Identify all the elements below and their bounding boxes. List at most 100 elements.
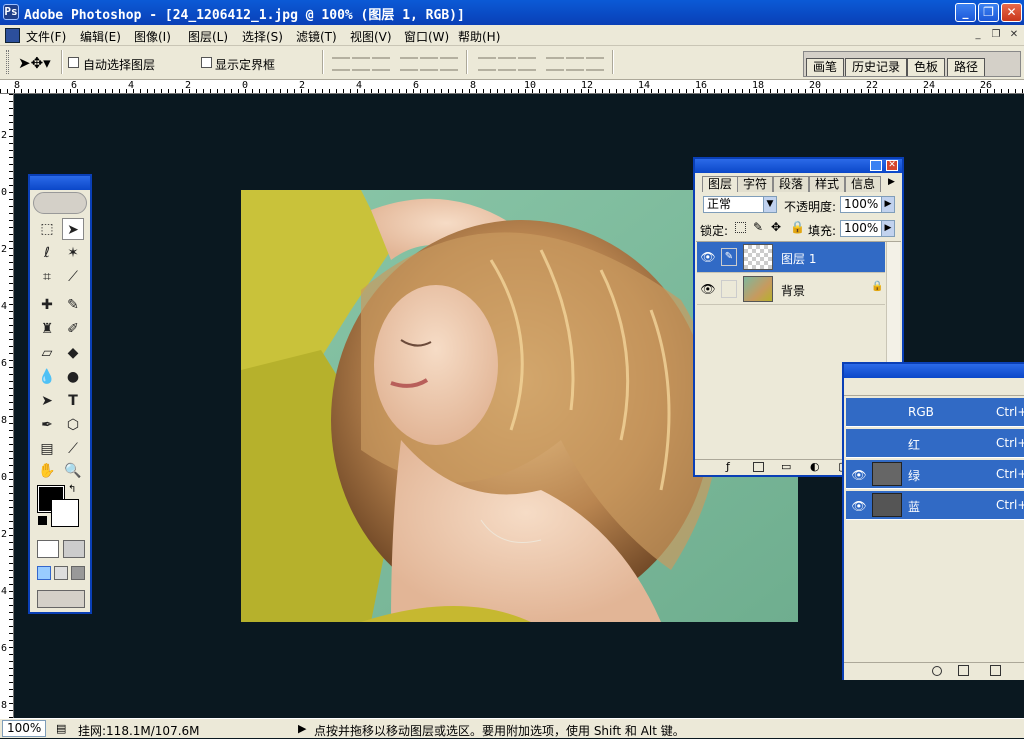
align-vcenter-icon[interactable] xyxy=(352,57,370,71)
lock-image-icon[interactable]: ✎ xyxy=(753,220,763,234)
zoom-field[interactable]: 100% xyxy=(2,720,46,737)
distribute-top-icon[interactable] xyxy=(478,57,496,71)
blend-mode-dropdown-icon[interactable]: ▼ xyxy=(763,196,777,213)
panel-menu-arrow-icon[interactable]: ▶ xyxy=(888,177,895,187)
zoom-tool-icon[interactable]: 🔍 xyxy=(62,460,84,482)
show-bounds-checkbox[interactable] xyxy=(201,57,212,68)
minimize-button[interactable]: _ xyxy=(955,3,976,22)
pen-tool-icon[interactable]: ✒ xyxy=(36,414,58,436)
default-colors-icon[interactable] xyxy=(38,516,47,525)
brush-tool-icon[interactable]: ✎ xyxy=(62,294,84,316)
quick-mask-mode-icon[interactable] xyxy=(63,540,85,558)
panel-minimize-button[interactable] xyxy=(870,160,882,171)
menu-image[interactable]: 图像(I) xyxy=(134,28,171,45)
channel-row[interactable]: RGB Ctrl+~ xyxy=(846,398,1024,427)
fill-input[interactable]: 100% xyxy=(840,220,882,237)
standard-screen-mode-icon[interactable] xyxy=(37,566,51,580)
load-channel-selection-icon[interactable] xyxy=(932,666,942,676)
doc-minimize-button[interactable]: _ xyxy=(970,28,986,42)
new-set-icon[interactable]: ▭ xyxy=(781,460,791,473)
channels-panel-titlebar[interactable] xyxy=(844,364,1024,378)
jump-to-imageready-icon[interactable] xyxy=(37,590,85,608)
toolbox-titlebar[interactable] xyxy=(30,176,90,190)
menu-select[interactable]: 选择(S) xyxy=(242,28,283,45)
channel-row[interactable]: 👁 绿 Ctrl+2 xyxy=(846,460,1024,489)
menu-edit[interactable]: 编辑(E) xyxy=(80,28,121,45)
tab-character[interactable]: 字符 xyxy=(737,176,774,192)
document-icon[interactable] xyxy=(5,28,20,43)
blend-mode-select[interactable]: 正常 xyxy=(703,196,771,213)
maximize-button[interactable]: ❐ xyxy=(978,3,999,22)
move-tool-preset-icon[interactable]: ➤✥▾ xyxy=(18,54,52,72)
distribute-hcenter-icon[interactable] xyxy=(566,57,584,71)
distribute-vcenter-icon[interactable] xyxy=(498,57,516,71)
move-tool-icon[interactable]: ➤ xyxy=(62,218,84,240)
doc-close-button[interactable]: ✕ xyxy=(1006,28,1022,42)
layer-name[interactable]: 背景 xyxy=(781,282,805,299)
eraser-tool-icon[interactable]: ▱ xyxy=(36,342,58,364)
channel-row[interactable]: 👁 蓝 Ctrl+3 xyxy=(846,491,1024,520)
visibility-eye-icon[interactable]: 👁 xyxy=(850,497,868,515)
distribute-right-icon[interactable] xyxy=(586,57,604,71)
menu-window[interactable]: 窗口(W) xyxy=(404,28,449,45)
align-left-icon[interactable] xyxy=(400,57,418,71)
layer-row[interactable]: 👁 背景 🔒 xyxy=(697,274,885,305)
align-bottom-icon[interactable] xyxy=(372,57,390,71)
full-screen-mode-icon[interactable] xyxy=(71,566,85,580)
eyedropper-tool-icon[interactable]: ⟋ xyxy=(62,438,84,460)
dodge-tool-icon[interactable]: ● xyxy=(62,366,84,388)
layer-row[interactable]: 👁 ✎ 图层 1 xyxy=(697,242,885,273)
options-grip[interactable] xyxy=(6,50,9,74)
slice-tool-icon[interactable]: ⟋ xyxy=(62,266,84,288)
shape-tool-icon[interactable]: ⬡ xyxy=(62,414,84,436)
magic-wand-tool-icon[interactable]: ✶ xyxy=(62,242,84,264)
layer-style-icon[interactable]: ƒ xyxy=(726,460,730,473)
channel-row[interactable]: 红 Ctrl+1 xyxy=(846,429,1024,458)
lock-transparency-icon[interactable] xyxy=(735,222,746,233)
notes-tool-icon[interactable]: ▤ xyxy=(36,438,58,460)
standard-mode-icon[interactable] xyxy=(37,540,59,558)
hand-tool-icon[interactable]: ✋ xyxy=(36,460,58,482)
history-brush-tool-icon[interactable]: ✐ xyxy=(62,318,84,340)
tab-info[interactable]: 信息 xyxy=(845,176,882,192)
marquee-tool-icon[interactable]: ⬚ xyxy=(36,218,58,240)
background-color-swatch[interactable] xyxy=(51,499,79,527)
menu-layer[interactable]: 图层(L) xyxy=(188,28,228,45)
full-screen-menu-mode-icon[interactable] xyxy=(54,566,68,580)
well-tab-paths[interactable]: 路径 xyxy=(947,58,986,76)
visibility-eye-icon[interactable]: 👁 xyxy=(699,248,717,266)
new-channel-icon[interactable] xyxy=(990,665,1001,676)
blur-tool-icon[interactable]: 💧 xyxy=(36,366,58,388)
menu-file[interactable]: 文件(F) xyxy=(26,28,66,45)
tab-layers[interactable]: 图层 xyxy=(702,176,739,192)
save-selection-channel-icon[interactable] xyxy=(958,665,969,676)
well-tab-history[interactable]: 历史记录 xyxy=(845,58,908,76)
menu-view[interactable]: 视图(V) xyxy=(350,28,392,45)
layer-mask-icon[interactable] xyxy=(753,462,764,472)
adjustment-layer-icon[interactable]: ◐ xyxy=(810,460,820,473)
doc-restore-button[interactable]: ❐ xyxy=(988,28,1004,42)
clone-stamp-tool-icon[interactable]: ♜ xyxy=(36,318,58,340)
distribute-bottom-icon[interactable] xyxy=(518,57,536,71)
visibility-eye-icon[interactable]: 👁 xyxy=(699,280,717,298)
tab-styles[interactable]: 样式 xyxy=(809,176,846,192)
panel-close-button[interactable]: ✕ xyxy=(886,160,898,171)
opacity-arrow-icon[interactable]: ▶ xyxy=(881,196,895,213)
tab-paragraph[interactable]: 段落 xyxy=(773,176,810,192)
document-size[interactable]: 挂网:118.1M/107.6M xyxy=(78,722,200,739)
auto-select-checkbox[interactable] xyxy=(68,57,79,68)
visibility-eye-icon[interactable]: 👁 xyxy=(850,466,868,484)
lasso-tool-icon[interactable]: ℓ xyxy=(36,242,58,264)
distribute-left-icon[interactable] xyxy=(546,57,564,71)
opacity-input[interactable]: 100% xyxy=(840,196,882,213)
crop-tool-icon[interactable]: ⌗ xyxy=(36,266,58,288)
menu-filter[interactable]: 滤镜(T) xyxy=(296,28,337,45)
type-tool-icon[interactable]: T xyxy=(62,390,84,412)
lock-position-icon[interactable]: ✥ xyxy=(771,220,781,234)
swap-colors-icon[interactable]: ↰ xyxy=(68,484,76,495)
fill-arrow-icon[interactable]: ▶ xyxy=(881,220,895,237)
horizontal-ruler[interactable]: 8 6 4 2 0 2 4 6 8 10 12 14 16 18 20 22 2… xyxy=(0,80,1024,94)
brush-link-icon[interactable]: ✎ xyxy=(721,248,737,266)
path-selection-tool-icon[interactable]: ➤ xyxy=(36,390,58,412)
align-top-icon[interactable] xyxy=(332,57,350,71)
